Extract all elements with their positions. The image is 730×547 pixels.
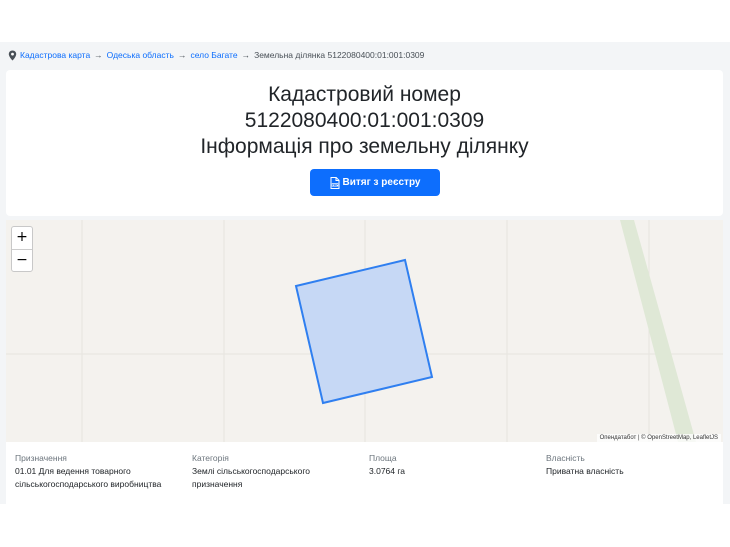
- info-category: Категорія Землі сільськогосподарського п…: [192, 452, 362, 491]
- title-line-cadastral-number: 5122080400:01:001:0309: [244, 109, 485, 132]
- breadcrumb-separator: →: [94, 50, 103, 60]
- info-purpose: Призначення 01.01 Для ведення товарного …: [15, 452, 185, 491]
- info-area: Площа 3.0764 га: [369, 452, 539, 478]
- page-title: Кадастровий номер 5122080400:01:001:0309…: [6, 82, 723, 160]
- purpose-value-line1: 01.01 Для ведення товарного: [15, 466, 131, 476]
- map-view[interactable]: + − Опендатабот | © OpenStreetMap, Leafl…: [6, 220, 723, 442]
- purpose-value-line2: сільськогосподарського виробництва: [15, 479, 162, 489]
- attribution-leaflet-link[interactable]: LeafletJS: [693, 435, 718, 441]
- map-pin-icon: [8, 50, 17, 61]
- parcel-info: Призначення 01.01 Для ведення товарного …: [6, 442, 723, 504]
- pdf-file-icon: PDF: [330, 176, 340, 189]
- attribution-osm-link[interactable]: OpenStreetMap: [647, 435, 689, 441]
- zoom-in-button[interactable]: +: [12, 227, 32, 249]
- ownership-value: Приватна власність: [546, 466, 624, 476]
- map-attribution: Опендатабот | © OpenStreetMap, LeafletJS: [596, 434, 721, 442]
- header-card: Кадастровий номер 5122080400:01:001:0309…: [6, 70, 723, 216]
- breadcrumb-link-cadastral-map[interactable]: Кадастрова карта: [20, 50, 90, 60]
- breadcrumb-current: Земельна ділянка 5122080400:01:001:0309: [254, 50, 425, 60]
- category-value-line1: Землі сільськогосподарського: [192, 466, 310, 476]
- area-value: 3.0764 га: [369, 466, 406, 476]
- svg-text:PDF: PDF: [331, 182, 337, 186]
- map-tiles: [6, 220, 723, 442]
- ownership-label: Власність: [546, 453, 585, 463]
- extract-button-label: Витяг з реєстру: [342, 177, 421, 188]
- attribution-separator: | ©: [636, 435, 648, 441]
- category-label: Категорія: [192, 453, 229, 463]
- info-ownership: Власність Приватна власність: [546, 452, 716, 478]
- breadcrumb-separator: →: [177, 50, 187, 60]
- title-line-info: Інформація про земельну ділянку: [200, 135, 529, 158]
- purpose-label: Призначення: [15, 453, 67, 463]
- area-label: Площа: [369, 453, 397, 463]
- title-line-cadastral-label: Кадастровий номер: [268, 83, 461, 106]
- zoom-control: + −: [11, 226, 33, 272]
- attribution-opendatabot[interactable]: Опендатабот: [600, 435, 637, 441]
- category-value-line2: призначення: [192, 479, 243, 489]
- breadcrumb: Кадастрова карта → Одеська область → сел…: [8, 48, 424, 62]
- breadcrumb-separator: →: [241, 50, 251, 60]
- breadcrumb-link-village[interactable]: село Багате: [190, 50, 237, 60]
- extract-from-registry-button[interactable]: PDF Витяг з реєстру: [310, 169, 440, 196]
- breadcrumb-link-odesa-region[interactable]: Одеська область: [107, 50, 174, 60]
- zoom-out-button[interactable]: −: [12, 249, 32, 272]
